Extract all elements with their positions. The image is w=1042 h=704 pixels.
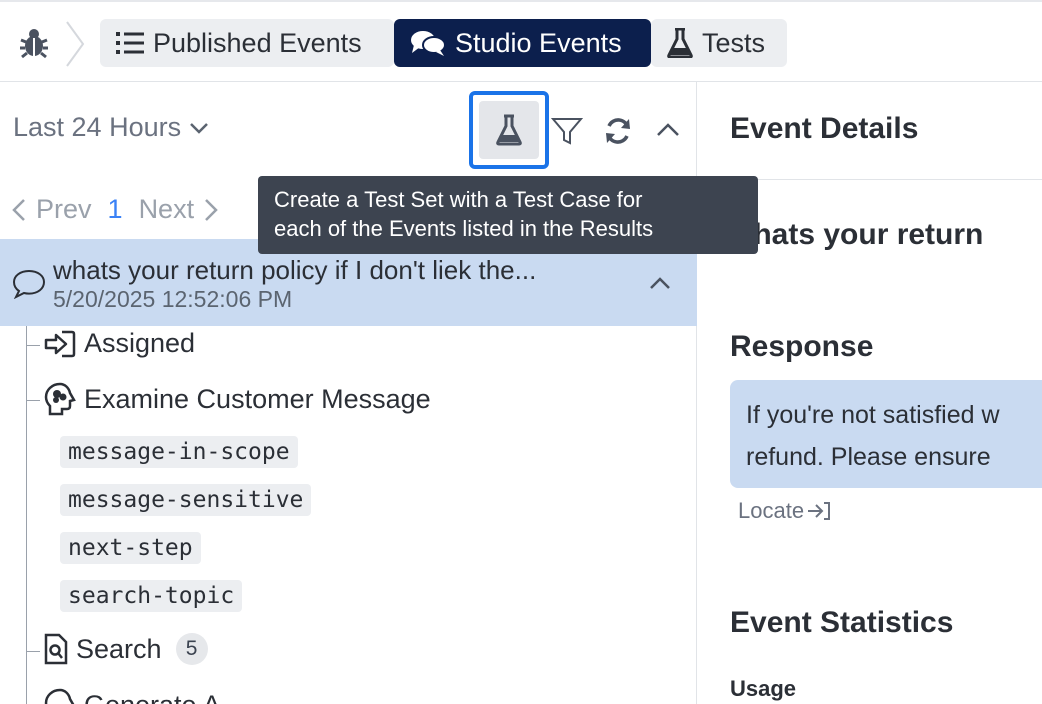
filter-icon[interactable] [551,116,583,146]
chevron-left-icon [12,198,25,221]
locate-link[interactable]: Locate [738,498,831,524]
event-title: whats your return policy if I don't liek… [53,255,537,285]
event-timestamp: 5/20/2025 12:52:06 PM [53,286,293,312]
pagination: Prev 1 Next [12,194,218,225]
tree-item-search-label: Search [76,633,162,664]
breadcrumb-separator-icon [66,21,85,67]
prev-page-label: Prev [36,194,92,224]
tree-connector-line [26,326,27,704]
current-page-number[interactable]: 1 [108,194,123,225]
tag-search-topic: search-topic [60,580,243,612]
tag-message-in-scope: message-in-scope [60,436,298,468]
tag-next-step: next-step [60,532,201,564]
prev-page-button[interactable]: Prev [12,194,92,225]
arrow-into-box-icon [808,502,831,520]
chevron-right-icon [205,198,218,221]
tab-studio-events[interactable]: Studio Events [394,19,651,67]
event-details-title: Event Details [730,112,919,145]
bug-icon[interactable] [18,26,50,60]
flask-icon [667,28,693,58]
tree-item-examine-label: Examine Customer Message [84,383,431,414]
tree-tick [26,400,40,401]
file-search-icon [44,633,68,665]
tree-item-generate-answer[interactable]: Generate A... [44,688,243,704]
search-count-badge: 5 [175,633,208,665]
tab-tests[interactable]: Tests [651,19,787,67]
time-range-label: Last 24 Hours [13,112,182,142]
time-range-dropdown[interactable]: Last 24 Hours [13,112,209,143]
list-icon [116,32,144,54]
usage-label: Usage [730,676,797,701]
tab-published-events[interactable]: Published Events [100,19,394,67]
next-page-label: Next [138,194,195,224]
response-line-1: If you're not satisfied w [746,401,1000,429]
chat-bubble-icon [12,269,46,299]
tab-tests-label: Tests [702,27,766,58]
head-brain-icon [44,688,75,704]
tree-item-examine-customer-message[interactable]: Examine Customer Message [44,382,431,416]
tooltip-line-2: each of the Events listed in the Results [274,216,654,241]
tree-item-search[interactable]: Search 5 [44,633,208,665]
event-statistics-heading: Event Statistics [730,606,954,639]
event-question: whats your return [730,218,984,251]
refresh-icon[interactable] [603,116,633,146]
tooltip-line-1: Create a Test Set with a Test Case for [274,187,643,212]
tree-item-assigned-label: Assigned [84,328,196,358]
chevron-up-icon[interactable] [656,122,680,138]
create-test-set-button-inner [479,101,539,159]
chat-bubbles-icon [411,31,446,56]
response-body: If you're not satisfied w refund. Please… [730,380,1042,488]
tree-item-generate-label: Generate A... [84,690,243,704]
tab-studio-events-label: Studio Events [455,27,622,58]
tree-item-assigned[interactable]: Assigned [44,328,195,359]
tree-tick [26,345,40,346]
response-heading: Response [730,330,874,363]
sign-in-icon [44,330,76,357]
tag-message-sensitive: message-sensitive [60,484,312,516]
response-line-2: refund. Please ensure [746,443,991,471]
chevron-down-icon [190,122,208,134]
tree-tick [26,651,40,652]
locate-label: Locate [738,498,805,523]
top-nav-bar: Published Events Studio Events Tests [0,0,1042,82]
flask-icon [496,114,522,146]
head-brain-icon [44,382,76,416]
collapse-chevron-icon[interactable] [649,276,671,290]
event-details-header: Event Details [698,82,1042,180]
next-page-button[interactable]: Next [139,194,219,225]
create-test-set-tooltip: Create a Test Set with a Test Case for e… [258,176,758,254]
tab-published-events-label: Published Events [153,27,362,58]
create-test-set-button[interactable] [469,91,549,169]
